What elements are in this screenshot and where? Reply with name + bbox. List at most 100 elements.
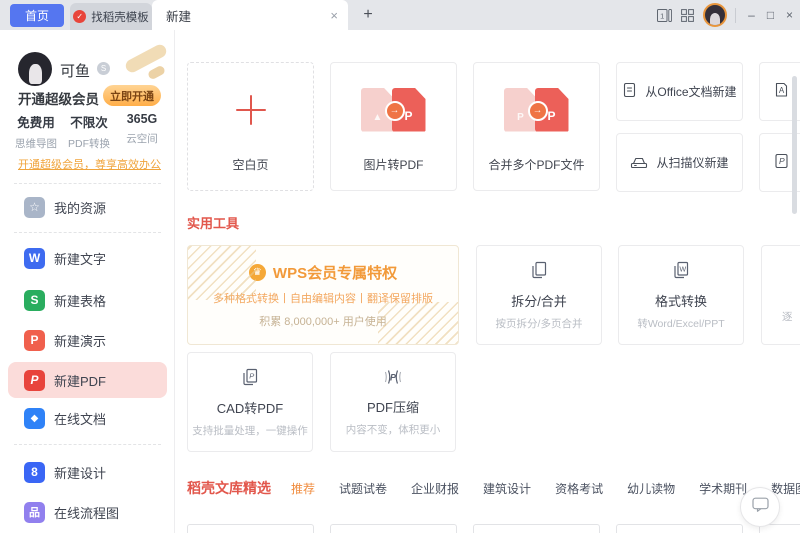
benefit-mindmap: 免费用 思维导图 xyxy=(8,112,64,151)
new-tab-label: 新建 xyxy=(166,9,192,24)
tool-cad-to-pdf[interactable]: P CAD转PDF 支持批量处理，一键操作 xyxy=(187,352,313,452)
cad-to-pdf-icon: P xyxy=(240,367,260,392)
docer-tab-architecture[interactable]: 建筑设计 xyxy=(483,480,531,497)
benefit-cloud: 365G 云空间 xyxy=(114,112,170,146)
tool-partial-card[interactable]: 逐 xyxy=(761,245,800,345)
sidebar-divider xyxy=(14,183,161,184)
docer-tab-exams[interactable]: 试题试卷 xyxy=(339,480,387,497)
sidebar-item-label: 新建设计 xyxy=(54,465,107,481)
sidebar-item-new-writer[interactable]: W 新建文字 xyxy=(8,240,167,276)
tab-close-icon[interactable]: × xyxy=(330,8,338,23)
flowchart-icon: 品 xyxy=(24,501,45,523)
presentation-icon: P xyxy=(24,329,45,351)
scanner-icon xyxy=(630,154,648,172)
tab-bar: 首页 ✓ 找稻壳模板 新建 × + 1 – □ × xyxy=(0,0,800,30)
docer-tab-children[interactable]: 幼儿读物 xyxy=(627,480,675,497)
template-card-stub[interactable] xyxy=(330,524,457,533)
card-new-from-scanner[interactable]: 从扫描仪新建 xyxy=(616,133,743,192)
user-avatar[interactable] xyxy=(18,52,52,86)
sidebar-item-new-pdf[interactable]: P 新建PDF xyxy=(8,362,167,398)
chat-bubble-icon xyxy=(751,497,769,517)
sidebar-item-label: 我的资源 xyxy=(54,200,107,216)
benefit-value: 不限次 xyxy=(70,116,108,130)
vip-subscribe-button[interactable]: 立即开通 xyxy=(103,85,161,106)
docer-tab-finance[interactable]: 企业财报 xyxy=(411,480,459,497)
docer-tab-certification[interactable]: 资格考试 xyxy=(555,480,603,497)
tab-docer-templates[interactable]: ✓ 找稻壳模板 xyxy=(70,3,152,30)
user-level-badge-icon: S xyxy=(97,62,110,75)
pdf-glyph: P xyxy=(404,108,413,123)
user-avatar-small[interactable] xyxy=(703,3,727,27)
tool-title: 格式转换 xyxy=(654,293,707,309)
maximize-button[interactable]: □ xyxy=(762,8,779,22)
template-card-stub[interactable] xyxy=(616,524,743,533)
benefit-value: 365G xyxy=(126,112,158,126)
svg-text:P: P xyxy=(779,156,785,166)
card-label: 空白页 xyxy=(232,158,269,172)
card-merge-pdf[interactable]: P P → 合并多个PDF文件 xyxy=(473,62,600,191)
benefit-label: 云空间 xyxy=(126,133,158,145)
template-card-stub[interactable] xyxy=(187,524,314,533)
hatch-decoration xyxy=(378,302,458,344)
tools-section-title: 实用工具 xyxy=(187,216,240,231)
sidebar-item-label: 在线文档 xyxy=(54,411,107,427)
tool-format-convert[interactable]: W 格式转换 转Word/Excel/PPT xyxy=(618,245,744,345)
docer-library-bar: 稻壳文库精选 推荐 试题试卷 企业财报 建筑设计 资格考试 幼儿读物 学术期刊 … xyxy=(187,478,800,498)
tool-split-merge[interactable]: 拆分/合并 按页拆分/多页合并 xyxy=(476,245,602,345)
home-tab[interactable]: 首页 xyxy=(10,4,64,27)
docer-tab-label: 找稻壳模板 xyxy=(91,11,149,24)
format-convert-icon: W xyxy=(671,260,691,285)
card-label: 从扫描仪新建 xyxy=(656,156,729,170)
sidebar-divider xyxy=(14,444,161,445)
sidebar-item-new-design[interactable]: 8 新建设计 xyxy=(8,454,167,490)
benefit-value: 免费用 xyxy=(17,116,55,130)
svg-text:P: P xyxy=(390,372,397,382)
office-doc-icon xyxy=(622,82,637,101)
sidebar-item-my-resources[interactable]: ☆ 我的资源 xyxy=(8,189,167,225)
image-to-pdf-icon: ▲ P → xyxy=(331,63,456,156)
tool-subtitle: 转Word/Excel/PPT xyxy=(637,317,725,330)
tab-new[interactable]: 新建 × xyxy=(152,0,348,30)
sidebar-item-online-docs[interactable]: ◆ 在线文档 xyxy=(8,400,167,436)
docer-library-title: 稻壳文库精选 xyxy=(187,480,271,496)
docer-logo-icon: ✓ xyxy=(73,10,87,23)
close-button[interactable]: × xyxy=(781,8,798,22)
split-view-icon[interactable]: 1 xyxy=(657,8,672,22)
sidebar-item-label: 新建演示 xyxy=(54,333,107,349)
my-resources-icon: ☆ xyxy=(24,196,45,218)
sidebar-item-label: 新建PDF xyxy=(54,373,107,389)
writer-icon: W xyxy=(24,247,45,269)
new-tab-button[interactable]: + xyxy=(358,3,378,27)
template-card-stub[interactable] xyxy=(473,524,600,533)
user-name[interactable]: 可鱼 xyxy=(60,60,90,81)
card-image-to-pdf[interactable]: ▲ P → 图片转PDF xyxy=(330,62,457,191)
vertical-scrollbar[interactable] xyxy=(792,76,797,214)
vip-promo-link[interactable]: 开通超级会员，尊享高效办公 xyxy=(18,156,161,172)
tool-title: CAD转PDF xyxy=(216,400,284,416)
sidebar-item-label: 新建文字 xyxy=(54,251,107,267)
card-blank-page[interactable]: 空白页 xyxy=(187,62,314,191)
svg-text:P: P xyxy=(249,371,254,380)
docer-tab-academic[interactable]: 学术期刊 xyxy=(699,480,747,497)
tool-subtitle: 支持批量处理，一键操作 xyxy=(192,424,308,437)
arrow-icon: → xyxy=(527,100,548,121)
docer-tab-recommended[interactable]: 推荐 xyxy=(291,480,315,497)
wps-window: 首页 ✓ 找稻壳模板 新建 × + 1 – □ × 可鱼 S 开通超级会员 立即… xyxy=(0,0,800,533)
svg-text:W: W xyxy=(679,266,686,273)
pdf-glyph: P xyxy=(547,108,556,123)
apps-grid-icon[interactable] xyxy=(681,8,694,22)
card-new-from-office[interactable]: 从Office文档新建 xyxy=(616,62,743,121)
sidebar-item-new-sheet[interactable]: S 新建表格 xyxy=(8,282,167,318)
card-label: 图片转PDF xyxy=(363,158,424,172)
tool-pdf-compress[interactable]: P PDF压缩 内容不变，体积更小 xyxy=(330,352,456,452)
feedback-chat-button[interactable] xyxy=(740,487,780,527)
sidebar-item-new-presentation[interactable]: P 新建演示 xyxy=(8,322,167,358)
wps-member-banner[interactable]: ♛ WPS会员专属特权 多种格式转换丨自由编辑内容丨翻译保留排版 积累 8,00… xyxy=(187,245,459,345)
sidebar-item-online-flowchart[interactable]: 品 在线流程图 xyxy=(8,494,167,530)
member-banner-title: WPS会员专属特权 xyxy=(272,264,398,282)
minimize-button[interactable]: – xyxy=(743,8,760,22)
card-label: 从Office文档新建 xyxy=(645,85,737,99)
svg-text:1: 1 xyxy=(660,11,664,20)
design-icon: 8 xyxy=(24,461,45,483)
sidebar-item-label: 在线流程图 xyxy=(54,505,120,521)
